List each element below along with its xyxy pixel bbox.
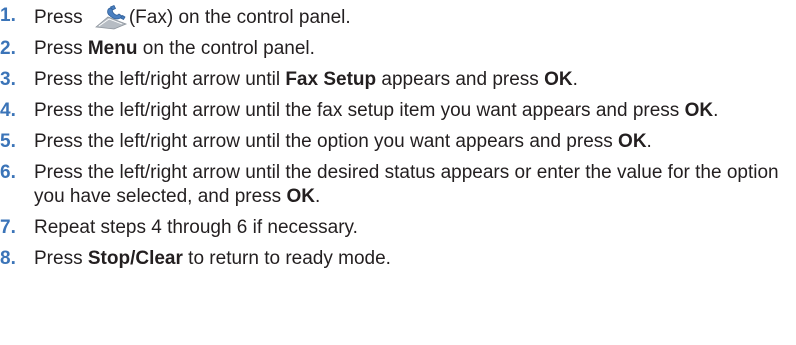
instruction-steps: 1. Press (Fax) on the control panel. 2. …: [0, 4, 796, 278]
step-text-segment: (Fax) on the control panel.: [128, 7, 351, 28]
step-text-segment: on the control panel.: [137, 38, 315, 59]
step-6: 6. Press the left/right arrow until the …: [0, 161, 796, 209]
step-1: 1. Press (Fax) on the control panel.: [0, 4, 796, 30]
step-text: Press (Fax) on the control panel.: [34, 4, 351, 30]
step-number: 7.: [0, 217, 16, 238]
step-text: Repeat steps 4 through 6 if necessary.: [34, 217, 358, 238]
step-text: Press Menu on the control panel.: [34, 38, 315, 59]
step-text-segment: .: [646, 131, 652, 152]
step-text: Press the left/right arrow until the des…: [34, 162, 779, 207]
menu-key-label: Menu: [87, 38, 138, 59]
stop-clear-key-label: Stop/Clear: [87, 248, 183, 269]
step-text: Press the left/right arrow until the opt…: [34, 131, 652, 152]
ok-key-label: OK: [286, 186, 315, 207]
step-text-segment: Press: [34, 248, 88, 269]
step-text-segment: to return to ready mode.: [182, 248, 391, 269]
step-number: 5.: [0, 131, 16, 152]
step-number: 2.: [0, 38, 16, 59]
step-text-segment: Press the left/right arrow until the opt…: [34, 131, 619, 152]
step-text-segment: .: [713, 100, 719, 121]
step-8: 8. Press Stop/Clear to return to ready m…: [0, 247, 796, 271]
step-5: 5. Press the left/right arrow until the …: [0, 130, 796, 154]
step-text: Press Stop/Clear to return to ready mode…: [34, 248, 391, 269]
step-text-segment: Press: [34, 38, 88, 59]
step-2: 2. Press Menu on the control panel.: [0, 37, 796, 61]
step-text-segment: Press the left/right arrow until the fax…: [34, 100, 685, 121]
ok-key-label: OK: [618, 131, 647, 152]
step-text: Press the left/right arrow until Fax Set…: [34, 69, 578, 90]
step-text-segment: Press the left/right arrow until: [34, 69, 286, 90]
fax-setup-label: Fax Setup: [285, 69, 377, 90]
step-text-segment: appears and press: [376, 69, 545, 90]
ok-key-label: OK: [684, 100, 714, 121]
step-text: Press the left/right arrow until the fax…: [34, 100, 718, 121]
step-number: 1.: [0, 5, 16, 26]
step-number: 8.: [0, 248, 16, 269]
step-3: 3. Press the left/right arrow until Fax …: [0, 68, 796, 92]
step-number: 6.: [0, 162, 16, 183]
step-text-segment: Press the left/right arrow until the des…: [34, 162, 779, 207]
step-text-segment: Repeat steps 4 through 6 if necessary.: [34, 217, 358, 238]
step-7: 7. Repeat steps 4 through 6 if necessary…: [0, 216, 796, 240]
step-number: 3.: [0, 69, 16, 90]
fax-icon: [94, 4, 128, 30]
step-number: 4.: [0, 100, 16, 121]
step-text-segment: Press: [34, 7, 88, 28]
ok-key-label: OK: [544, 69, 573, 90]
step-text-segment: .: [314, 186, 321, 207]
step-text-segment: .: [572, 69, 578, 90]
step-4: 4. Press the left/right arrow until the …: [0, 99, 796, 123]
